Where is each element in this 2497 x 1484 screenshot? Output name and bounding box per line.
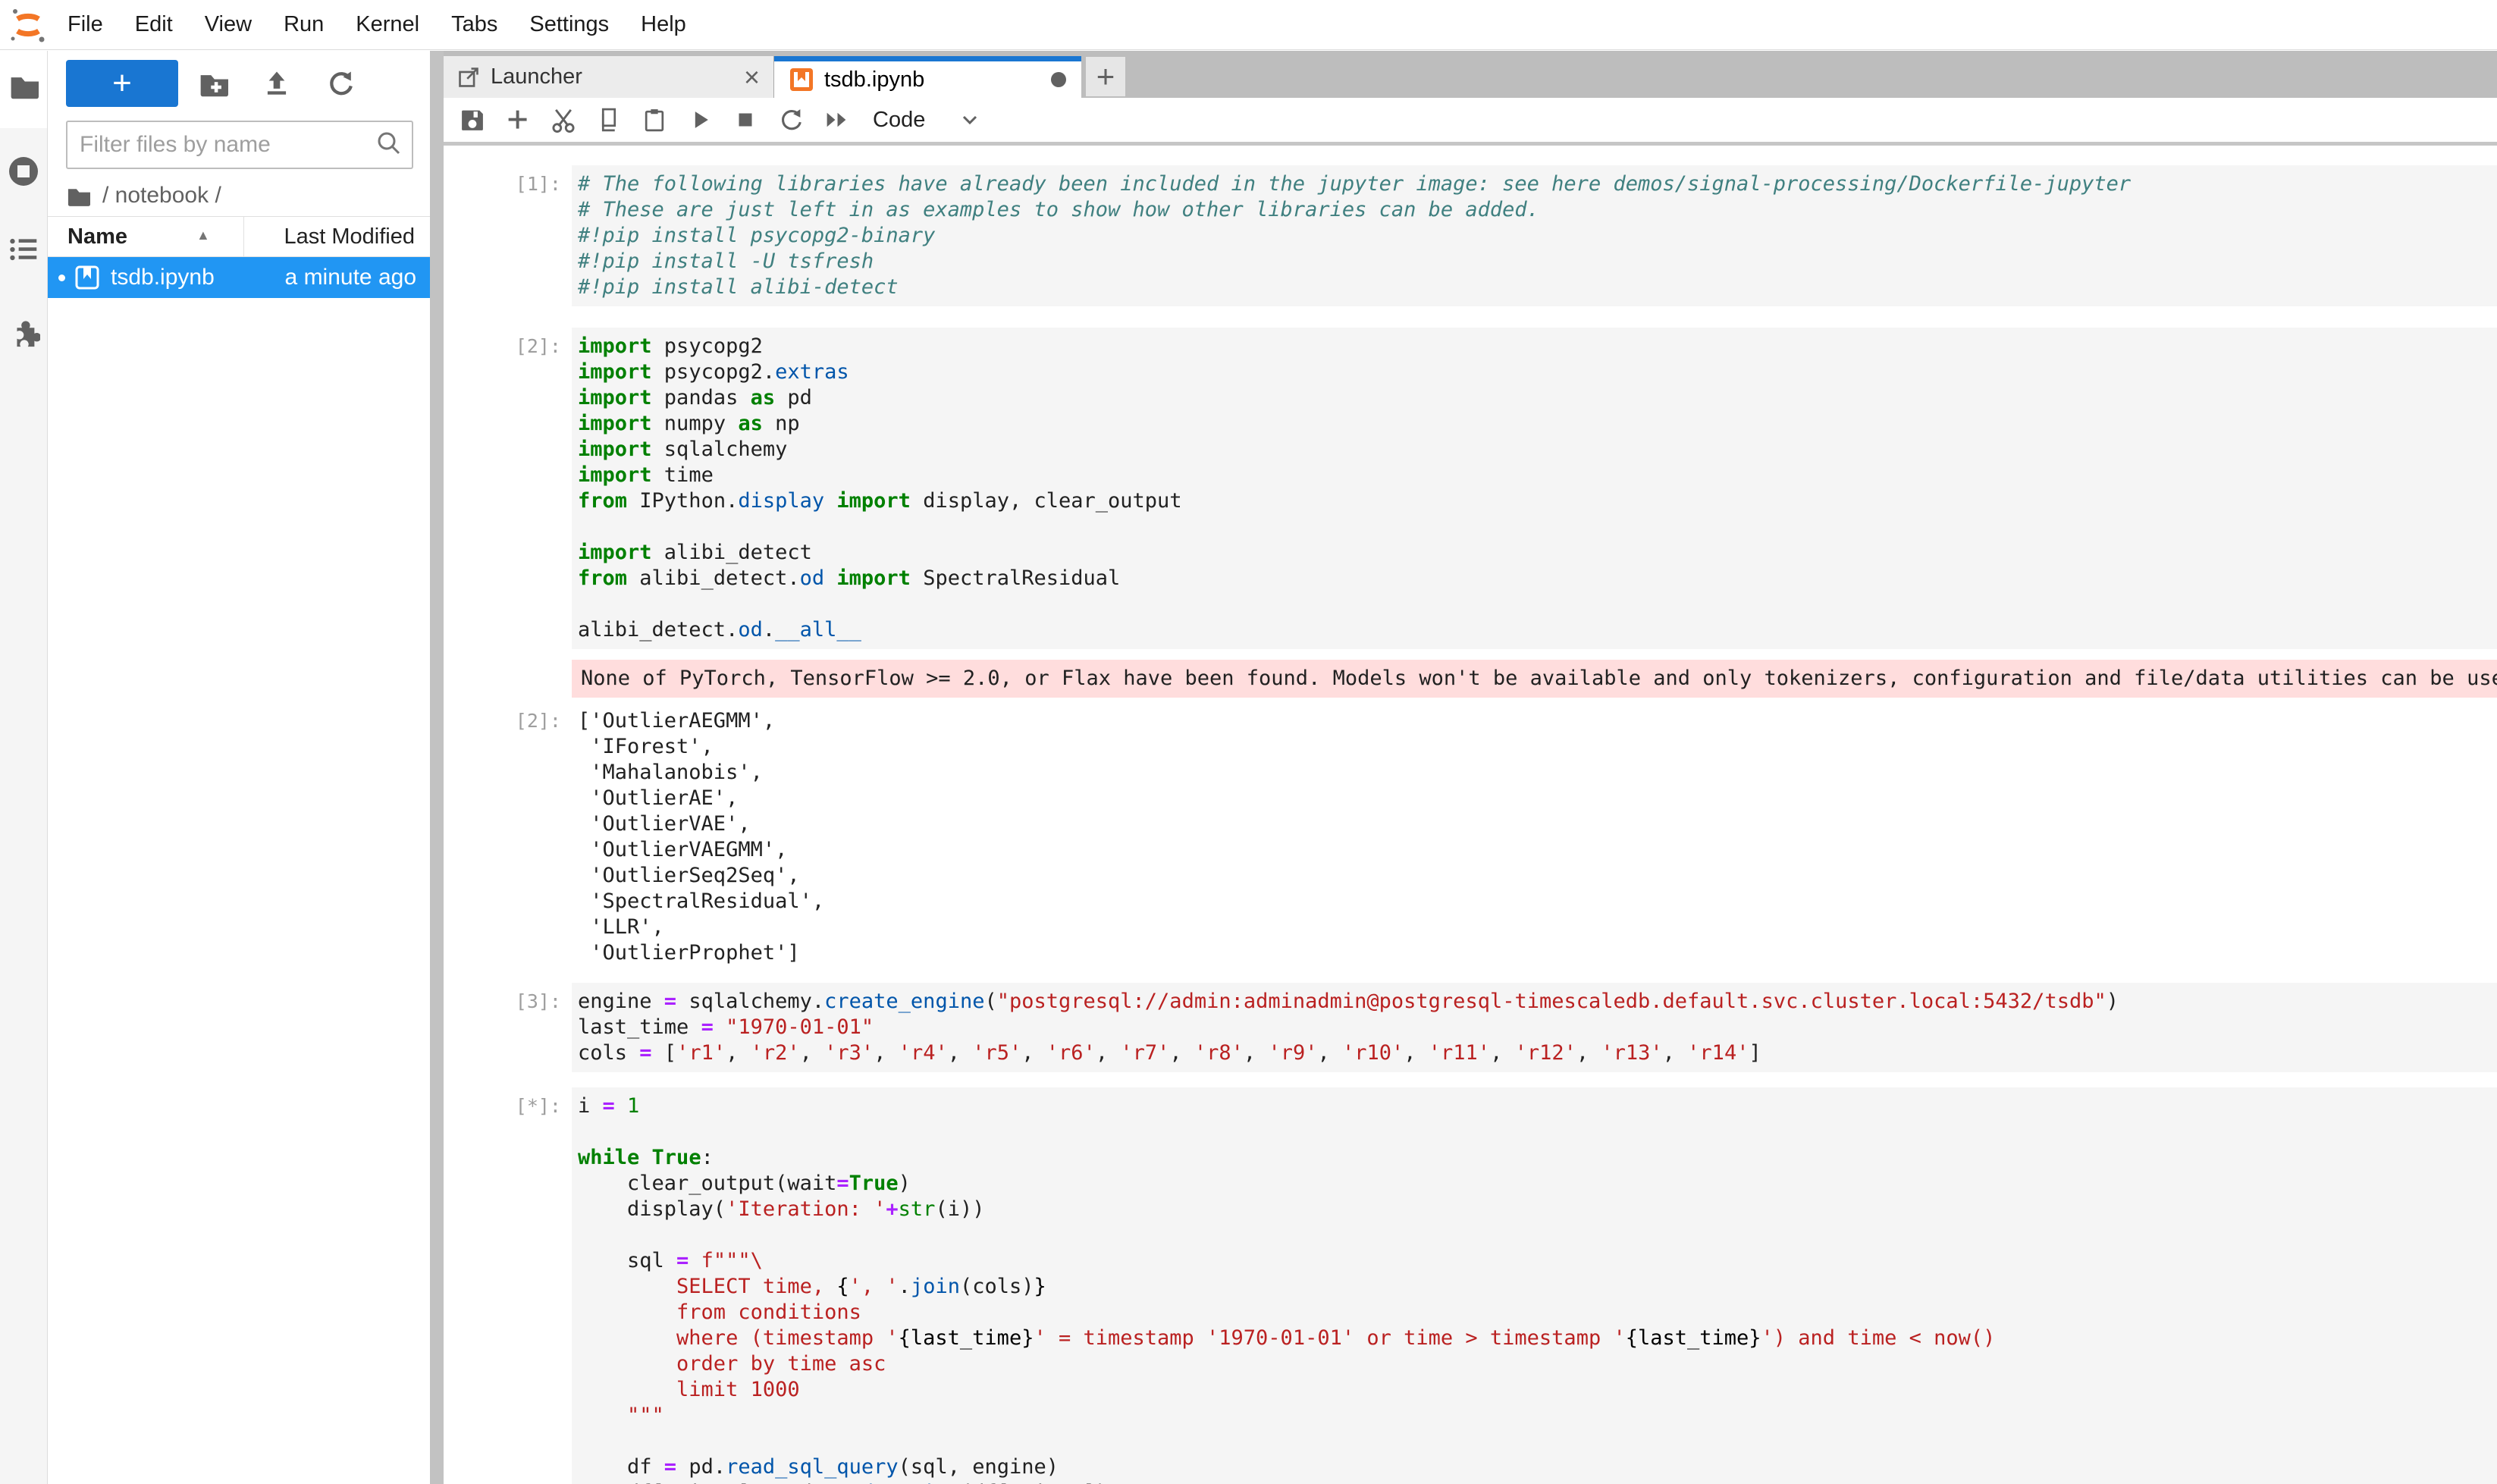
extension-manager-tab-icon[interactable] — [8, 316, 40, 352]
new-folder-button[interactable] — [190, 61, 236, 106]
search-icon — [375, 130, 403, 161]
refresh-button[interactable] — [318, 61, 363, 106]
cell-result-output: [2]:['OutlierAEGMM', 'IForest', 'Mahalan… — [444, 702, 2497, 972]
menu-help[interactable]: Help — [625, 12, 702, 37]
notebook-cells: [1]:# The following libraries have alrea… — [444, 165, 2497, 1484]
run-cell-button[interactable] — [677, 102, 723, 138]
notebook-icon — [789, 67, 814, 92]
cut-cells-button[interactable] — [541, 102, 586, 138]
chevron-down-icon[interactable] — [960, 110, 980, 130]
upload-button[interactable] — [254, 61, 300, 106]
cell-input-prompt: [2]: — [444, 328, 572, 649]
output-text: ['OutlierAEGMM', 'IForest', 'Mahalanobis… — [572, 702, 2497, 972]
menu-settings[interactable]: Settings — [513, 12, 625, 37]
breadcrumb-path: / notebook / — [102, 183, 221, 209]
notebook-toolbar: Code — [444, 98, 2497, 146]
restart-kernel-button[interactable] — [768, 102, 814, 138]
tab-notebook-label: tsdb.ipynb — [824, 67, 924, 93]
cell-input-prompt: [1]: — [444, 165, 572, 306]
cell-output-prompt — [444, 660, 572, 698]
cell-code-editor[interactable]: # The following libraries have already b… — [572, 165, 2497, 306]
notebook-file-icon — [74, 265, 100, 290]
menu-run[interactable]: Run — [268, 12, 340, 37]
new-launcher-button[interactable]: + — [66, 60, 178, 107]
cell-type-select[interactable]: Code — [873, 108, 925, 133]
column-divider — [243, 217, 244, 256]
cell-code-editor[interactable]: import psycopg2 import psycopg2.extras i… — [572, 328, 2497, 649]
file-modified: a minute ago — [285, 265, 416, 290]
file-list-header: Name ▲ Last Modified — [48, 216, 430, 257]
running-kernels-tab-icon[interactable] — [6, 154, 41, 193]
menu-file[interactable]: File — [52, 12, 119, 37]
cell-output-prompt: [2]: — [444, 702, 572, 972]
cell-input-prompt: [*]: — [444, 1087, 572, 1484]
file-browser-toolbar: + — [48, 60, 430, 107]
file-browser-tab-icon[interactable] — [8, 71, 39, 105]
activity-bar — [0, 51, 48, 1484]
cell-stderr-output: None of PyTorch, TensorFlow >= 2.0, or F… — [444, 660, 2497, 698]
tab-launcher-label: Launcher — [491, 64, 582, 89]
tab-notebook[interactable]: tsdb.ipynb — [774, 56, 1081, 98]
copy-cells-button[interactable] — [586, 102, 632, 138]
paste-cells-button[interactable] — [632, 102, 677, 138]
jupyter-logo-icon — [9, 4, 47, 46]
file-name: tsdb.ipynb — [111, 265, 215, 290]
stderr-text: None of PyTorch, TensorFlow >= 2.0, or F… — [572, 660, 2497, 698]
notebook-scroll-area[interactable]: [1]:# The following libraries have alrea… — [444, 146, 2497, 1484]
restart-run-all-button[interactable] — [814, 102, 859, 138]
cell-input-prompt: [3]: — [444, 983, 572, 1072]
file-browser-panel: + / notebook / Name ▲ Last Modifi — [48, 51, 430, 1484]
launcher-icon — [457, 66, 480, 89]
file-row-selected[interactable]: tsdb.ipynb a minute ago — [48, 257, 430, 298]
menu-edit[interactable]: Edit — [119, 12, 189, 37]
tab-close-icon[interactable]: × — [744, 64, 760, 91]
folder-icon — [66, 184, 90, 208]
main-area: Launcher × tsdb.ipynb + — [444, 51, 2497, 1484]
cell-3: [3]:engine = sqlalchemy.create_engine("p… — [444, 983, 2497, 1072]
panel-splitter[interactable] — [430, 51, 444, 1484]
new-tab-button[interactable]: + — [1086, 57, 1125, 96]
column-last-modified[interactable]: Last Modified — [284, 224, 416, 249]
menu-bar: File Edit View Run Kernel Tabs Settings … — [0, 0, 2497, 50]
filter-files-box — [66, 121, 413, 169]
unsaved-changes-dot-icon — [1051, 72, 1066, 87]
cell-2: [2]:import psycopg2 import psycopg2.extr… — [444, 328, 2497, 649]
interrupt-kernel-button[interactable] — [723, 102, 768, 138]
menu-kernel[interactable]: Kernel — [340, 12, 435, 37]
tab-launcher[interactable]: Launcher × — [444, 56, 774, 98]
insert-cell-button[interactable] — [495, 102, 541, 138]
filter-files-input[interactable] — [67, 132, 375, 158]
column-name[interactable]: Name — [67, 224, 127, 249]
menu-view[interactable]: View — [189, 12, 268, 37]
cell-1: [1]:# The following libraries have alrea… — [444, 165, 2497, 306]
cell-code-editor[interactable]: i = 1 while True: clear_output(wait=True… — [572, 1087, 2497, 1484]
cell-4: [*]:i = 1 while True: clear_output(wait=… — [444, 1087, 2497, 1484]
table-of-contents-tab-icon[interactable] — [8, 234, 39, 268]
unsaved-dot-icon — [58, 275, 65, 281]
breadcrumb[interactable]: / notebook / — [66, 183, 221, 209]
cell-code-editor[interactable]: engine = sqlalchemy.create_engine("postg… — [572, 983, 2497, 1072]
tab-bar: Launcher × tsdb.ipynb + — [444, 51, 2497, 98]
save-button[interactable] — [450, 102, 495, 138]
menu-tabs[interactable]: Tabs — [435, 12, 513, 37]
sort-arrow-icon: ▲ — [196, 227, 210, 243]
